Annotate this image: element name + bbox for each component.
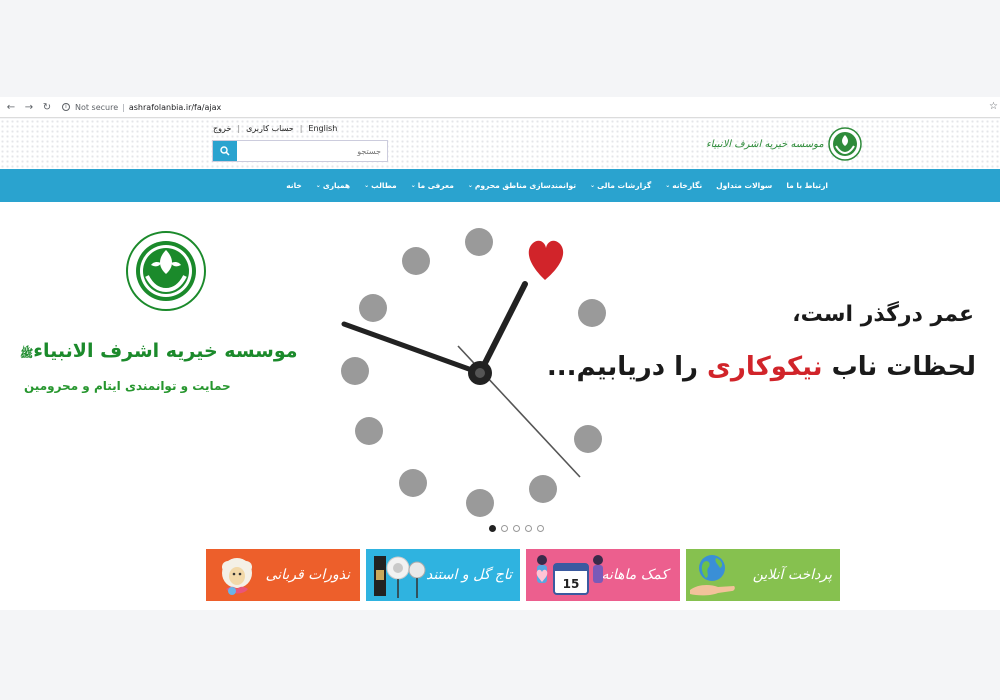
service-banners: نذورات قربانی تاج گل و استند 15 کمک ماها… [206,549,840,601]
outer-background-top [0,0,1000,97]
nav-item-cooperation[interactable]: همیاری ⌄ [316,181,350,190]
clock-dot [466,489,494,517]
slider-pagination [489,525,544,532]
nav-item-empowerment[interactable]: توانمندسازی مناطق محروم ⌄ [468,181,576,190]
banner-label: تاج گل و استند [426,567,512,583]
chevron-down-icon: ⌄ [467,182,473,189]
clock-hour-hand [477,281,528,376]
hero-logo [125,230,207,316]
search-box [212,140,388,162]
url-separator: | [122,102,125,112]
clock-dot [359,294,387,322]
nav-item-gallery[interactable]: نگارخانه ⌄ [665,181,702,190]
slider-dot[interactable] [513,525,520,532]
browser-toolbar: ← → ↻ i Not secure | ashrafolanbia.ir/fa… [0,97,1000,118]
banner-online-payment[interactable]: پرداخت آنلاین [686,549,840,601]
nav-item-about[interactable]: معرفی ما ⌄ [411,181,454,190]
hero-slider[interactable]: موسسه خیریه اشرف الانبیاءﷺ حمایت و توانم… [0,202,1000,610]
org-name: موسسه خیریه اشرف الانبیاءﷺ [20,340,298,362]
url-text[interactable]: ashrafolanbia.ir/fa/ajax [129,103,221,112]
hero-headline-1: عمر درگذر است، [792,302,974,327]
info-icon[interactable]: i [62,103,70,111]
search-input[interactable] [237,141,387,161]
clock-dot [574,425,602,453]
slider-dot[interactable] [501,525,508,532]
english-link[interactable]: English [308,124,337,133]
nav-item-articles[interactable]: مطالب ⌄ [364,181,397,190]
clock-dot [529,475,557,503]
calendar-icon: 15 [536,555,603,595]
banner-monthly-help[interactable]: 15 کمک ماهانه [526,549,680,601]
clock-dot [341,357,369,385]
chevron-down-icon: ⌄ [665,182,671,189]
main-navigation: خانه همیاری ⌄ مطالب ⌄ معرفی ما ⌄ توانمندساز… [0,169,1000,202]
banner-label: پرداخت آنلاین [752,567,832,583]
hero-headline-2: لحظات ناب نیکوکاری را دریابیم... [546,352,976,382]
chevron-down-icon: ⌄ [315,182,321,189]
header-logo[interactable]: موسسه خیریه اشرف الانبیاء [706,127,862,161]
link-separator: | [237,124,241,133]
slider-dot[interactable] [489,525,496,532]
reload-icon[interactable]: ↻ [40,100,54,114]
nav-list: خانه همیاری ⌄ مطالب ⌄ معرفی ما ⌄ توانمندساز… [286,169,828,202]
chevron-down-icon: ⌄ [590,182,596,189]
back-icon[interactable]: ← [4,100,18,114]
nav-item-financial-reports[interactable]: گزارشات مالی ⌄ [590,181,651,190]
charity-emblem-icon [126,231,206,311]
site-header: خروج | حساب کاربری | English موسسه خیریه… [0,119,1000,169]
link-separator: | [299,124,303,133]
chevron-down-icon: ⌄ [410,182,416,189]
charity-logo-icon [827,127,862,161]
clock-dot [465,228,493,256]
clock-dot [355,417,383,445]
chevron-down-icon: ⌄ [364,182,370,189]
banner-wreath-stand[interactable]: تاج گل و استند [366,549,520,601]
banner-label: نذورات قربانی [265,567,350,583]
calendar-day: 15 [563,577,580,591]
header-logo-text: موسسه خیریه اشرف الانبیاء [706,138,824,150]
clock-dot [402,247,430,275]
banner-label: کمک ماهانه [601,567,668,583]
org-tagline: حمایت و توانمندی ایتام و محرومین [24,379,231,393]
sheep-icon [222,558,252,595]
nav-item-home[interactable]: خانه [286,181,302,190]
globe-hand-icon [690,555,735,596]
bookmark-star-icon[interactable]: ☆ [989,101,998,112]
logout-link[interactable]: خروج [213,124,231,133]
forward-icon[interactable]: → [22,100,36,114]
nav-item-faq[interactable]: سوالات متداول [716,181,772,190]
slider-dot[interactable] [537,525,544,532]
security-label: Not secure [75,102,119,112]
flower-stand-icon [374,556,426,598]
outer-background-bottom [0,610,1000,700]
clock-dot [578,299,606,327]
address-bar[interactable]: i Not secure | ashrafolanbia.ir/fa/ajax [62,103,221,112]
slider-dot[interactable] [525,525,532,532]
search-button[interactable] [213,141,237,161]
user-account-link[interactable]: حساب کاربری [246,124,294,133]
account-links: خروج | حساب کاربری | English [213,124,337,133]
clock-dot [399,469,427,497]
nav-item-contact[interactable]: ارتباط با ما [786,181,828,190]
banner-sacrifice-vows[interactable]: نذورات قربانی [206,549,360,601]
heart-icon [528,240,564,280]
search-icon [220,146,230,156]
